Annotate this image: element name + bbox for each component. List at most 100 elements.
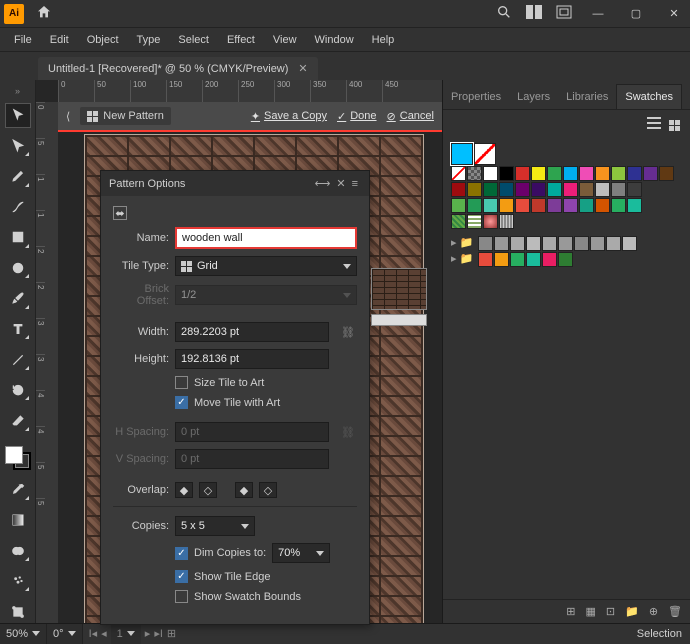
- new-group-icon[interactable]: 📁: [625, 605, 639, 618]
- dim-copies-checkbox[interactable]: ✓: [175, 547, 188, 560]
- swatch[interactable]: [515, 182, 530, 197]
- line-tool[interactable]: [6, 348, 30, 371]
- show-edge-checkbox[interactable]: ✓: [175, 570, 188, 583]
- minimize-button[interactable]: —: [586, 8, 610, 20]
- swatch[interactable]: [542, 236, 557, 251]
- panel-close-icon[interactable]: ✕: [333, 177, 348, 190]
- folder-icon[interactable]: ▸ 📁: [451, 252, 473, 267]
- panel-header[interactable]: Pattern Options ⟷ ✕ ≡: [101, 171, 369, 196]
- overlap-right-front[interactable]: ◇: [199, 482, 217, 498]
- swatch[interactable]: [611, 198, 626, 213]
- swatch[interactable]: [558, 252, 573, 267]
- swatch[interactable]: [659, 166, 674, 181]
- selection-tool[interactable]: [6, 104, 30, 127]
- ellipse-tool[interactable]: [6, 257, 30, 280]
- swatch-pattern[interactable]: [483, 214, 498, 229]
- swatch[interactable]: [494, 252, 509, 267]
- artboard-number[interactable]: 1: [111, 624, 141, 644]
- swatch[interactable]: [531, 198, 546, 213]
- swatch[interactable]: [478, 252, 493, 267]
- pattern-options-panel[interactable]: Pattern Options ⟷ ✕ ≡ ⬌ Name: Tile Type:…: [100, 170, 370, 625]
- swatch[interactable]: [579, 166, 594, 181]
- zoom-select[interactable]: 50%: [0, 624, 47, 644]
- swatch[interactable]: [627, 182, 642, 197]
- fill-stroke-control[interactable]: [5, 446, 31, 470]
- swatch[interactable]: [542, 252, 557, 267]
- swatch[interactable]: [574, 236, 589, 251]
- app-logo[interactable]: Ai: [4, 4, 24, 24]
- maximize-button[interactable]: ▢: [624, 7, 648, 20]
- shape-builder-tool[interactable]: [6, 539, 30, 562]
- swatch-kind-icon[interactable]: ▦: [585, 605, 595, 618]
- menu-object[interactable]: Object: [79, 31, 127, 49]
- tab-layers[interactable]: Layers: [509, 85, 558, 109]
- swatch[interactable]: [611, 182, 626, 197]
- swatch[interactable]: [531, 182, 546, 197]
- new-swatch-icon[interactable]: ⊕: [649, 605, 658, 618]
- prev-artboard-icon[interactable]: ◂: [101, 627, 107, 640]
- document-tab-close[interactable]: ✕: [298, 62, 307, 75]
- swatch-fill[interactable]: [451, 143, 473, 165]
- swatch[interactable]: [515, 166, 530, 181]
- menu-effect[interactable]: Effect: [219, 31, 263, 49]
- show-bounds-checkbox[interactable]: [175, 590, 188, 603]
- done-link[interactable]: ✓ Done: [337, 110, 377, 123]
- free-transform-tool[interactable]: [6, 600, 30, 623]
- swatch[interactable]: [483, 198, 498, 213]
- swatch[interactable]: [510, 252, 525, 267]
- swatch-grid-view-icon[interactable]: [669, 116, 680, 133]
- swatch[interactable]: [531, 166, 546, 181]
- swatch[interactable]: [606, 236, 621, 251]
- overlap-left-front[interactable]: ◆: [175, 482, 193, 498]
- dim-value-select[interactable]: 70%: [272, 543, 330, 563]
- artboard-nav[interactable]: I◂ ◂ 1 ▸ ▸I ⊞: [83, 624, 183, 644]
- direct-selection-tool[interactable]: [6, 135, 30, 158]
- tile-edge-toggle-icon[interactable]: ⬌: [113, 206, 127, 220]
- swatch[interactable]: [547, 182, 562, 197]
- swatch[interactable]: [579, 198, 594, 213]
- swatch[interactable]: [467, 182, 482, 197]
- overlap-bottom-front[interactable]: ◇: [259, 482, 277, 498]
- swatch[interactable]: [595, 166, 610, 181]
- height-input[interactable]: [175, 349, 329, 369]
- pen-tool[interactable]: [6, 165, 30, 188]
- menu-file[interactable]: File: [6, 31, 40, 49]
- paintbrush-tool[interactable]: [6, 287, 30, 310]
- swatch-list-view-icon[interactable]: [647, 116, 661, 133]
- menu-view[interactable]: View: [265, 31, 305, 49]
- tool-collapse[interactable]: »: [15, 86, 20, 96]
- rotate-select[interactable]: 0°: [47, 624, 83, 644]
- arrange-icon[interactable]: [556, 5, 572, 22]
- swatch[interactable]: [451, 198, 466, 213]
- swatch[interactable]: [478, 236, 493, 251]
- swatch[interactable]: [563, 166, 578, 181]
- delete-swatch-icon[interactable]: 🗑: [668, 605, 682, 618]
- swatch[interactable]: [595, 198, 610, 213]
- swatch[interactable]: [451, 166, 466, 181]
- swatch[interactable]: [595, 182, 610, 197]
- close-button[interactable]: ✕: [662, 7, 686, 20]
- swatch-none[interactable]: [474, 143, 496, 165]
- gradient-tool[interactable]: [6, 509, 30, 532]
- tab-libraries[interactable]: Libraries: [558, 85, 616, 109]
- back-icon[interactable]: ⟨: [66, 110, 70, 123]
- link-dimensions-icon[interactable]: ⛓: [341, 326, 355, 339]
- swatch[interactable]: [467, 166, 482, 181]
- swatch[interactable]: [590, 236, 605, 251]
- swatch[interactable]: [611, 166, 626, 181]
- swatch-pattern[interactable]: [451, 214, 466, 229]
- overlap-top-front[interactable]: ◆: [235, 482, 253, 498]
- tiletype-select[interactable]: Grid: [175, 256, 357, 276]
- save-copy-link[interactable]: ✦ Save a Copy: [251, 110, 327, 123]
- menu-edit[interactable]: Edit: [42, 31, 77, 49]
- swatch[interactable]: [643, 166, 658, 181]
- folder-icon[interactable]: ▸ 📁: [451, 236, 473, 251]
- menu-help[interactable]: Help: [364, 31, 403, 49]
- rotate-tool[interactable]: [6, 379, 30, 402]
- swatch[interactable]: [526, 236, 541, 251]
- swatch[interactable]: [526, 252, 541, 267]
- curvature-tool[interactable]: [6, 196, 30, 219]
- name-input[interactable]: [175, 227, 357, 249]
- menu-select[interactable]: Select: [170, 31, 217, 49]
- swatch[interactable]: [547, 166, 562, 181]
